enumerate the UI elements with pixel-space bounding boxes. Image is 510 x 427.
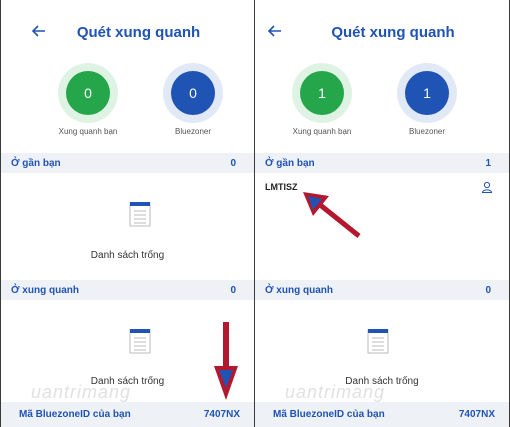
near-section-header: Ở gần bạn 0 xyxy=(1,153,254,173)
nearby-count: 1 xyxy=(300,71,344,115)
around-section-header: Ở xung quanh 0 xyxy=(255,280,509,300)
around-empty-text: Danh sách trống xyxy=(90,376,165,387)
near-section-count: 1 xyxy=(485,157,491,169)
around-empty-text: Danh sách trống xyxy=(345,376,419,387)
around-section-count: 0 xyxy=(485,284,491,296)
bluezone-id-label: Mã BluezoneID của bạn xyxy=(273,409,385,420)
page-title: Quét xung quanh xyxy=(76,24,201,41)
bluezone-id-label: Mã BluezoneID của bạn xyxy=(19,409,131,420)
empty-list-icon xyxy=(367,329,389,354)
bluezoner-counter: 1 xyxy=(397,63,457,123)
bluezoner-count: 0 xyxy=(171,71,215,115)
bluezone-id-footer: Mã BluezoneID của bạn 7407NX xyxy=(255,402,509,427)
near-section-header: Ở gần bạn 1 xyxy=(255,153,509,173)
bluezoner-label: Bluezoner xyxy=(174,127,212,136)
pointer-arrow-icon xyxy=(214,322,238,400)
near-section-count: 0 xyxy=(230,157,236,169)
empty-list-icon xyxy=(129,202,151,227)
around-section-count: 0 xyxy=(230,284,236,296)
bluezoner-label: Bluezoner xyxy=(408,127,446,136)
nearby-count: 0 xyxy=(66,71,110,115)
bluezone-id-footer: Mã BluezoneID của bạn 7407NX xyxy=(1,402,254,427)
person-icon xyxy=(481,181,493,193)
bluezoner-counter: 0 xyxy=(163,63,223,123)
right-screen: Quét xung quanh 1 Xung quanh bạn 1 Bluez… xyxy=(255,0,510,427)
page-title: Quét xung quanh xyxy=(331,24,455,41)
nearby-label: Xung quanh bạn xyxy=(292,127,352,136)
nearby-counter: 1 xyxy=(292,63,352,123)
nearby-label: Xung quanh bạn xyxy=(58,127,118,136)
near-section-label: Ở gần bạn xyxy=(265,157,315,169)
bluezone-id-value: 7407NX xyxy=(203,409,240,420)
pointer-arrow-icon xyxy=(303,192,361,238)
left-screen: Quét xung quanh 0 Xung quanh bạn 0 Bluez… xyxy=(0,0,255,427)
bluezone-id-value: 7407NX xyxy=(458,409,495,420)
around-section-label: Ở xung quanh xyxy=(265,284,333,296)
bluezoner-count: 1 xyxy=(405,71,449,115)
empty-list-icon xyxy=(129,329,151,354)
near-section-label: Ở gần bạn xyxy=(11,157,61,169)
around-section-header: Ở xung quanh 0 xyxy=(1,280,254,300)
near-empty-text: Danh sách trống xyxy=(90,250,165,261)
device-id[interactable]: LMTISZ xyxy=(265,182,298,192)
around-section-label: Ở xung quanh xyxy=(11,284,79,296)
nearby-counter: 0 xyxy=(58,63,118,123)
